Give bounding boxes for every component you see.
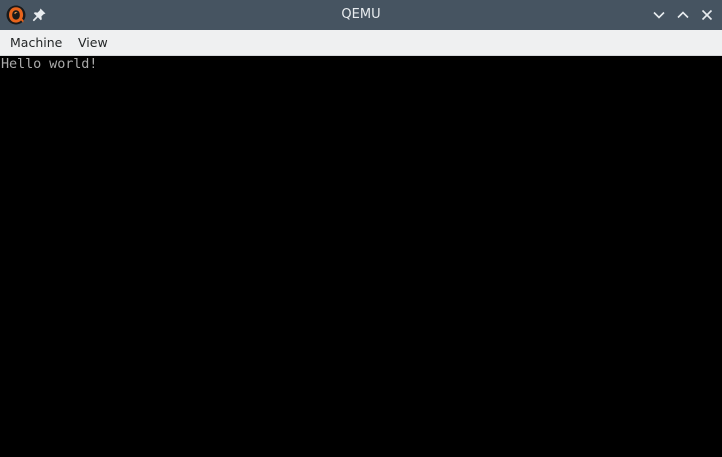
- menu-machine[interactable]: Machine: [5, 30, 67, 56]
- chevron-up-icon[interactable]: [675, 7, 691, 23]
- menu-view[interactable]: View: [73, 30, 113, 56]
- qemu-window: QEMU Machine View Hello world!: [0, 0, 722, 457]
- close-icon[interactable]: [699, 7, 715, 23]
- chevron-down-icon[interactable]: [651, 7, 667, 23]
- menu-bar: Machine View: [0, 30, 722, 56]
- pin-icon[interactable]: [30, 6, 48, 24]
- qemu-logo-icon[interactable]: [6, 5, 26, 25]
- console-output-line: Hello world!: [1, 56, 98, 72]
- vm-display[interactable]: Hello world!: [0, 56, 722, 457]
- window-title: QEMU: [341, 7, 381, 22]
- title-bar[interactable]: QEMU: [0, 0, 722, 30]
